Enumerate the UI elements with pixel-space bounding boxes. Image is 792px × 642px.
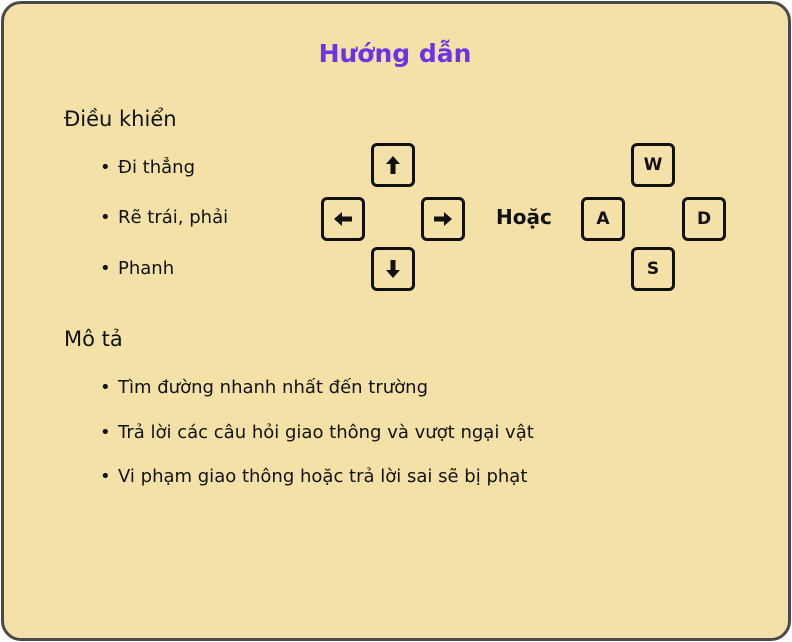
- arrow-right-key: [421, 197, 465, 241]
- arrow-right-icon: [434, 212, 452, 226]
- arrow-left-key: [321, 197, 365, 241]
- list-item: • Vi phạm giao thông hoặc trả lời sai sẽ …: [100, 466, 528, 487]
- list-item: • Phanh: [100, 258, 175, 279]
- s-key: S: [631, 247, 675, 291]
- list-item: • Rẽ trái, phải: [100, 207, 229, 228]
- arrow-down-icon: [386, 260, 400, 278]
- a-key: A: [581, 197, 625, 241]
- d-key: D: [682, 197, 726, 241]
- arrow-down-key: [371, 247, 415, 291]
- w-key: W: [631, 143, 675, 187]
- or-label: Hoặc: [496, 205, 552, 229]
- list-item: • Trả lời các câu hỏi giao thông và vượt …: [100, 422, 534, 443]
- arrow-up-key: [371, 143, 415, 187]
- description-heading: Mô tả: [64, 327, 123, 351]
- list-item: • Tìm đường nhanh nhất đến trường: [100, 377, 429, 398]
- controls-heading: Điều khiển: [64, 107, 177, 131]
- instructions-panel: [1, 1, 791, 641]
- arrow-left-icon: [334, 212, 352, 226]
- page-title: Hướng dẫn: [318, 39, 472, 68]
- list-item: • Đi thẳng: [100, 157, 196, 178]
- arrow-up-icon: [386, 156, 400, 174]
